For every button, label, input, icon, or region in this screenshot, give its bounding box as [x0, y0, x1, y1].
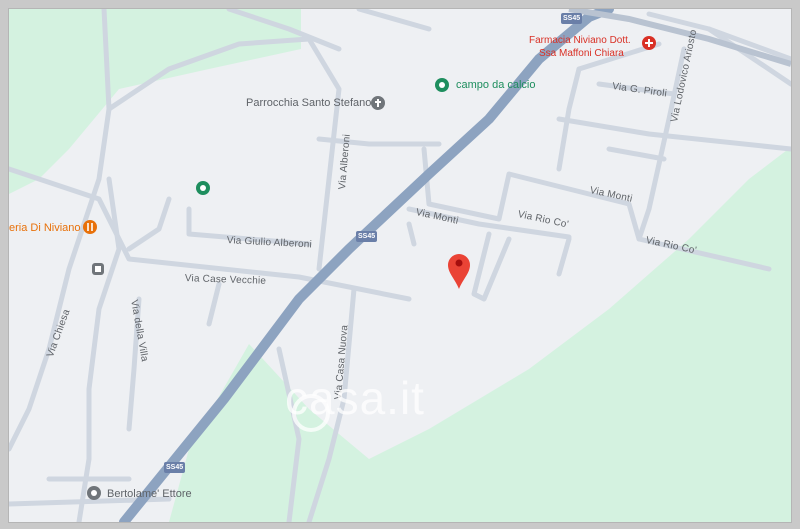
restaurant-icon[interactable] [83, 220, 97, 234]
highway-shield-north: SS45 [561, 13, 583, 24]
highway-shield-middle: SS45 [356, 231, 378, 242]
church-icon[interactable] [371, 96, 385, 110]
pharmacy-label-line1[interactable]: Farmacia Niviano Dott. [529, 35, 631, 46]
pharmacy-label-line2[interactable]: Ssa Maffoni Chiara [539, 48, 624, 59]
pharmacy-icon[interactable] [642, 36, 656, 50]
watermark-text: casa.it [285, 372, 425, 424]
sports-label[interactable]: campo da calcio [456, 79, 536, 91]
bus-stop-icon[interactable] [92, 263, 104, 275]
person-place-label[interactable]: Bertolame' Ettore [107, 488, 192, 500]
map-pin-icon[interactable] [448, 254, 470, 289]
church-label[interactable]: Parrocchia Santo Stefano [246, 97, 371, 109]
person-place-icon[interactable] [87, 486, 101, 500]
highway-shield-south: SS45 [164, 462, 186, 473]
map-canvas[interactable]: Via Monti Via Rio Co' Via Monti Via Rio … [8, 8, 792, 523]
sports-field-icon[interactable] [435, 78, 449, 92]
park-area-southeast [169, 147, 791, 522]
map-graphics [9, 9, 791, 522]
map-frame: Via Monti Via Rio Co' Via Monti Via Rio … [0, 0, 800, 529]
place-icon[interactable] [196, 181, 210, 195]
restaurant-label[interactable]: eria Di Niviano [9, 222, 81, 234]
